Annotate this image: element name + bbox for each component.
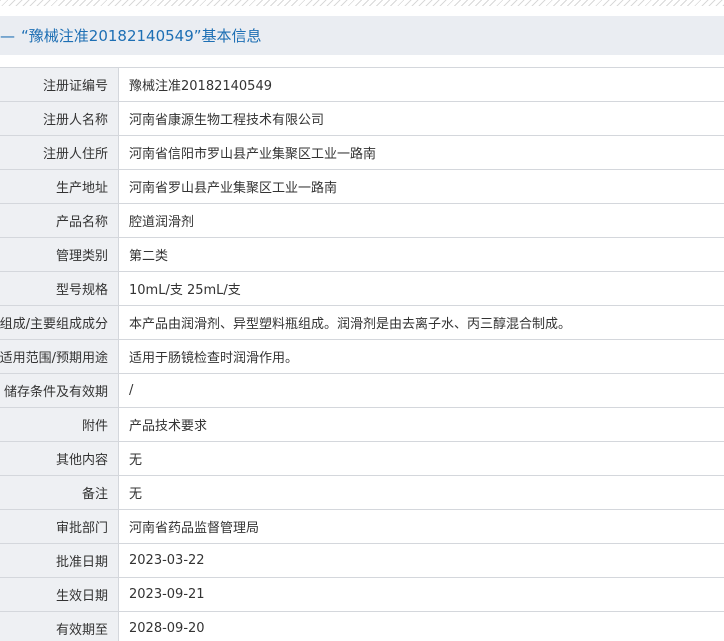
row-label-cell: 备注 — [0, 476, 119, 509]
decorative-top-strip — [0, 0, 724, 6]
row-label-cell: 审批部门 — [0, 510, 119, 543]
row-value: 河南省罗山县产业集聚区工业一路南 — [129, 181, 338, 196]
row-value-cell: 无 — [119, 476, 724, 509]
table-row: 组成/主要组成成分 本产品由润滑剂、异型塑料瓶组成。润滑剂是由去离子水、丙三醇混合… — [0, 306, 724, 340]
row-value-cell: 河南省信阳市罗山县产业集聚区工业一路南 — [119, 136, 724, 169]
row-label: 管理类别 — [55, 249, 108, 264]
header-dash: — — [0, 26, 15, 45]
row-value-cell: 2023-03-22 — [119, 544, 724, 577]
row-label: 生效日期 — [55, 589, 108, 604]
row-label: 备注 — [81, 487, 108, 502]
row-label: 组成/主要组成成分 — [0, 317, 108, 332]
row-value: 产品技术要求 — [129, 419, 208, 434]
table-row: 适用范围/预期用途 适用于肠镜检查时润滑作用。 — [0, 340, 724, 374]
row-value-cell: / — [119, 374, 724, 407]
table-row: 附件 产品技术要求 — [0, 408, 724, 442]
table-row: 产品名称 腔道润滑剂 — [0, 204, 724, 238]
row-label: 注册人住所 — [42, 147, 108, 162]
row-label: 注册人名称 — [42, 113, 108, 128]
row-value-cell: 腔道润滑剂 — [119, 204, 724, 237]
row-value: 2023-09-21 — [129, 587, 205, 602]
row-value: 适用于肠镜检查时润滑作用。 — [129, 351, 299, 366]
row-value: 河南省康源生物工程技术有限公司 — [129, 113, 325, 128]
row-value: / — [129, 383, 134, 398]
registration-info-page: — “豫械注准20182140549”基本信息 注册证编号 豫械注准2018214… — [0, 0, 724, 641]
row-value-cell: 产品技术要求 — [119, 408, 724, 441]
row-label-cell: 有效期至 — [0, 612, 119, 641]
row-label-cell: 生效日期 — [0, 578, 119, 611]
row-label-cell: 注册证编号 — [0, 68, 119, 101]
row-value: 本产品由润滑剂、异型塑料瓶组成。润滑剂是由去离子水、丙三醇混合制成。 — [129, 317, 572, 332]
row-label: 审批部门 — [55, 521, 108, 536]
row-value-cell: 2028-09-20 — [119, 612, 724, 641]
row-value-cell: 适用于肠镜检查时润滑作用。 — [119, 340, 724, 373]
row-label-cell: 产品名称 — [0, 204, 119, 237]
row-label-cell: 批准日期 — [0, 544, 119, 577]
row-label-cell: 储存条件及有效期 — [0, 374, 119, 407]
row-value: 豫械注准20182140549 — [129, 79, 272, 94]
table-row: 型号规格 10mL/支 25mL/支 — [0, 272, 724, 306]
row-value: 2028-09-20 — [129, 621, 205, 636]
row-value-cell: 豫械注准20182140549 — [119, 68, 724, 101]
row-value-cell: 河南省药品监督管理局 — [119, 510, 724, 543]
row-value: 10mL/支 25mL/支 — [129, 283, 241, 298]
row-value: 河南省信阳市罗山县产业集聚区工业一路南 — [129, 147, 377, 162]
row-value-cell: 河南省罗山县产业集聚区工业一路南 — [119, 170, 724, 203]
row-value: 2023-03-22 — [129, 553, 205, 568]
table-row: 注册证编号 豫械注准20182140549 — [0, 68, 724, 102]
row-label-cell: 管理类别 — [0, 238, 119, 271]
table-row: 批准日期 2023-03-22 — [0, 544, 724, 578]
table-row: 储存条件及有效期 / — [0, 374, 724, 408]
row-label-cell: 附件 — [0, 408, 119, 441]
table-row: 审批部门 河南省药品监督管理局 — [0, 510, 724, 544]
row-label-cell: 组成/主要组成成分 — [0, 306, 119, 339]
row-label: 型号规格 — [55, 283, 108, 298]
row-label: 适用范围/预期用途 — [0, 351, 108, 366]
row-label-cell: 适用范围/预期用途 — [0, 340, 119, 373]
row-label-cell: 注册人住所 — [0, 136, 119, 169]
table-row: 生产地址 河南省罗山县产业集聚区工业一路南 — [0, 170, 724, 204]
row-value-cell: 本产品由润滑剂、异型塑料瓶组成。润滑剂是由去离子水、丙三醇混合制成。 — [119, 306, 724, 339]
row-label: 有效期至 — [55, 623, 108, 638]
row-label: 产品名称 — [55, 215, 108, 230]
row-label: 附件 — [81, 419, 108, 434]
row-value: 无 — [129, 453, 143, 468]
info-table: 注册证编号 豫械注准20182140549 注册人名称 河南省康源生物工程技术有限公司… — [0, 67, 724, 641]
table-row: 注册人住所 河南省信阳市罗山县产业集聚区工业一路南 — [0, 136, 724, 170]
row-label: 批准日期 — [55, 555, 108, 570]
table-row: 注册人名称 河南省康源生物工程技术有限公司 — [0, 102, 724, 136]
section-header: — “豫械注准20182140549”基本信息 — [0, 16, 724, 55]
row-label: 储存条件及有效期 — [3, 385, 108, 400]
table-row: 有效期至 2028-09-20 — [0, 612, 724, 641]
row-value-cell: 河南省康源生物工程技术有限公司 — [119, 102, 724, 135]
section-title: “豫械注准20182140549”基本信息 — [21, 27, 262, 45]
row-value: 腔道润滑剂 — [129, 215, 195, 230]
row-value: 第二类 — [129, 249, 169, 264]
row-value-cell: 第二类 — [119, 238, 724, 271]
row-label-cell: 注册人名称 — [0, 102, 119, 135]
row-label: 其他内容 — [55, 453, 108, 468]
table-row: 其他内容 无 — [0, 442, 724, 476]
row-value: 无 — [129, 487, 143, 502]
row-value-cell: 2023-09-21 — [119, 578, 724, 611]
row-value: 河南省药品监督管理局 — [129, 521, 260, 536]
row-label: 注册证编号 — [42, 79, 108, 94]
row-value-cell: 10mL/支 25mL/支 — [119, 272, 724, 305]
row-label: 生产地址 — [55, 181, 108, 196]
table-row: 管理类别 第二类 — [0, 238, 724, 272]
row-label-cell: 型号规格 — [0, 272, 119, 305]
table-row: 生效日期 2023-09-21 — [0, 578, 724, 612]
row-label-cell: 其他内容 — [0, 442, 119, 475]
row-label-cell: 生产地址 — [0, 170, 119, 203]
table-row: 备注 无 — [0, 476, 724, 510]
row-value-cell: 无 — [119, 442, 724, 475]
